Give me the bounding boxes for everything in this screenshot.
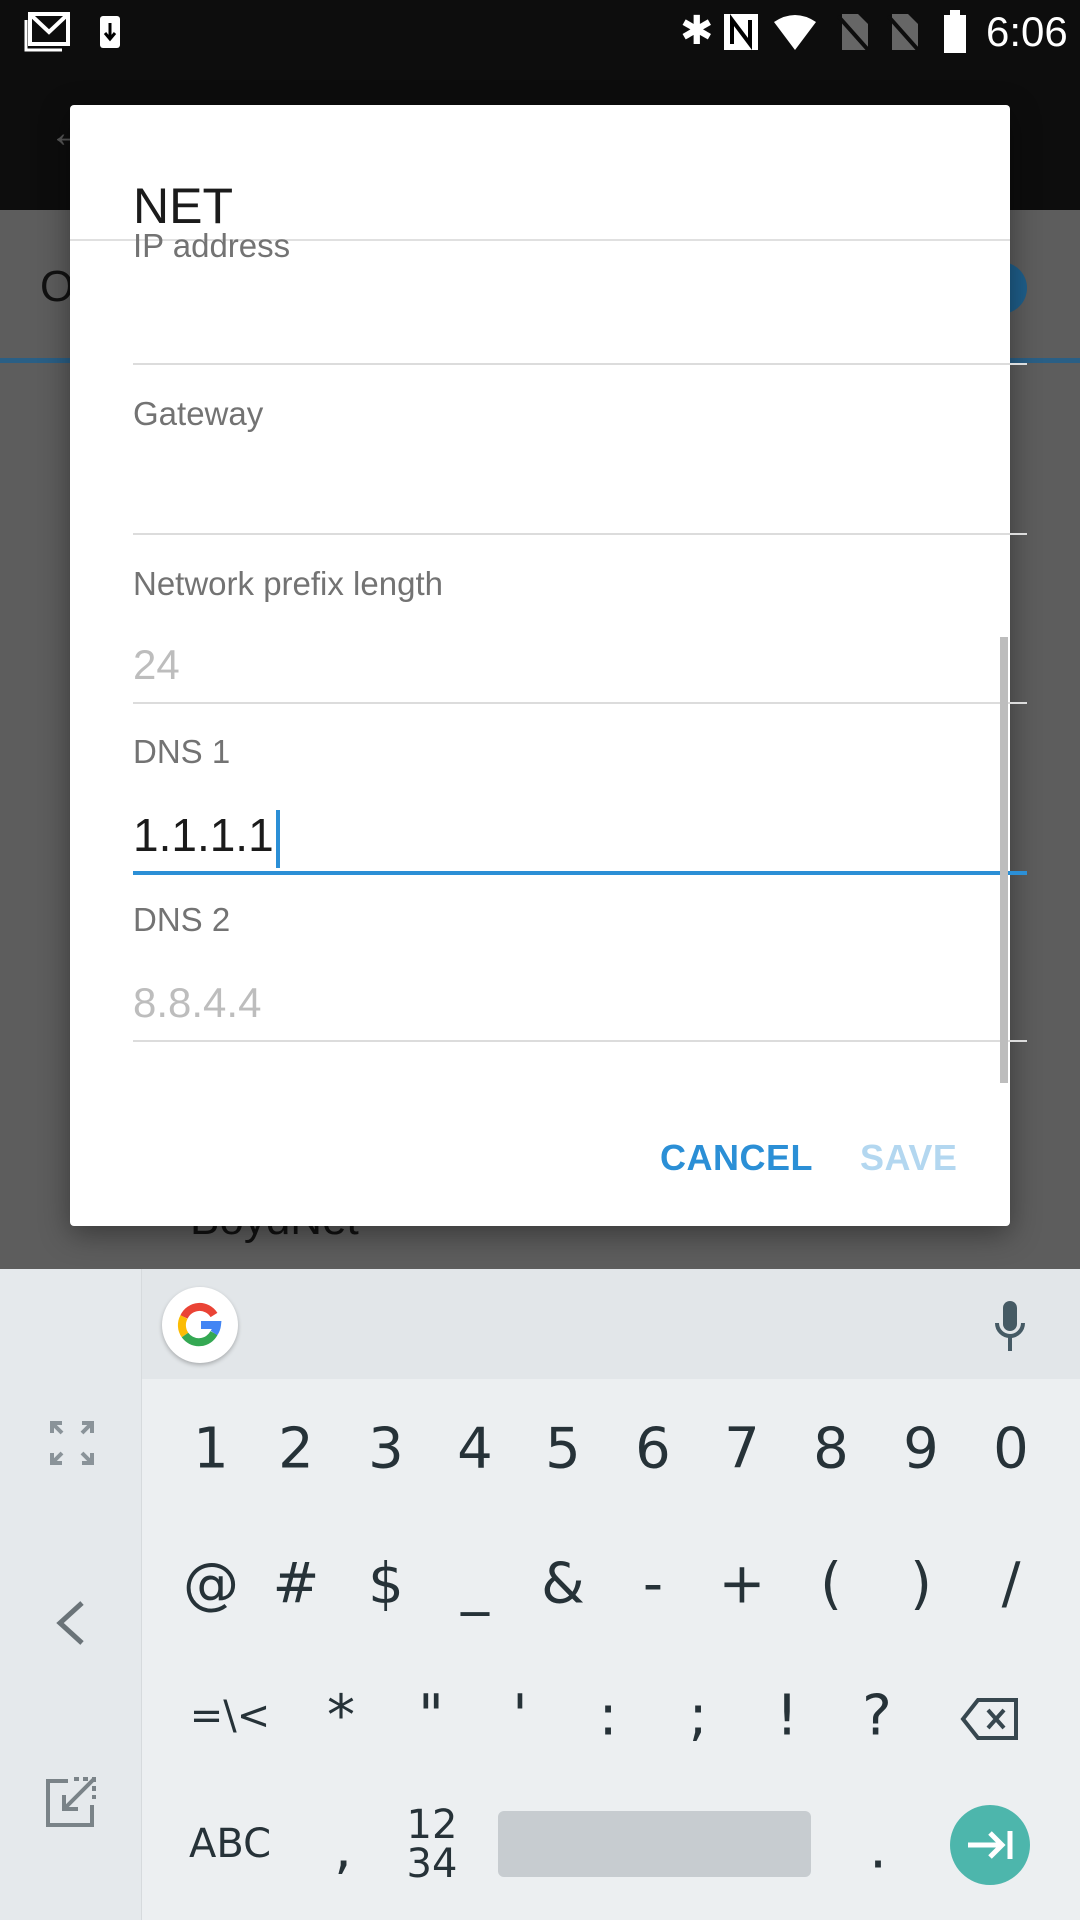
key[interactable]: * bbox=[327, 1684, 355, 1749]
key[interactable]: 8 bbox=[813, 1417, 849, 1482]
key[interactable]: & bbox=[541, 1552, 585, 1617]
prefix-length-label: Network prefix length bbox=[133, 565, 443, 602]
key[interactable]: $ bbox=[368, 1552, 404, 1617]
key[interactable]: ) bbox=[910, 1552, 932, 1617]
key[interactable]: ! bbox=[776, 1684, 798, 1749]
key[interactable]: + bbox=[719, 1552, 766, 1617]
key[interactable]: =\< bbox=[190, 1693, 271, 1739]
network-dialog: NET IP address Gateway Network prefix le… bbox=[70, 105, 1027, 1226]
key[interactable]: 0 bbox=[993, 1417, 1029, 1482]
google-button[interactable] bbox=[162, 1287, 238, 1363]
google-g-icon bbox=[177, 1302, 222, 1347]
status-bar: ✱ 6:06 bbox=[0, 0, 1080, 64]
period-key[interactable]: . bbox=[869, 1817, 887, 1882]
wifi-icon bbox=[774, 15, 816, 50]
no-sim-icon bbox=[836, 14, 870, 52]
dns2-underline bbox=[133, 1040, 1027, 1042]
clock: 6:06 bbox=[986, 8, 1068, 55]
no-sim-icon bbox=[886, 14, 920, 52]
key[interactable]: 3 bbox=[368, 1417, 404, 1482]
key[interactable]: ' bbox=[512, 1684, 527, 1749]
key[interactable]: 5 bbox=[545, 1417, 581, 1482]
key[interactable]: ? bbox=[862, 1684, 892, 1749]
key[interactable]: / bbox=[1002, 1552, 1021, 1617]
key[interactable]: 2 bbox=[278, 1417, 314, 1482]
ip-address-underline bbox=[133, 363, 1027, 365]
key[interactable]: _ bbox=[461, 1552, 489, 1617]
keyboard-side-panel bbox=[0, 1269, 142, 1920]
popout-icon[interactable] bbox=[44, 1775, 98, 1829]
scrollbar[interactable] bbox=[1000, 637, 1008, 1083]
abc-key[interactable]: ABC bbox=[189, 1821, 271, 1867]
key[interactable]: " bbox=[418, 1684, 444, 1749]
gmail-icon bbox=[24, 12, 70, 52]
key[interactable]: : bbox=[599, 1684, 618, 1749]
gateway-underline bbox=[133, 533, 1027, 535]
spacebar[interactable] bbox=[498, 1811, 811, 1877]
dns1-input[interactable]: 1.1.1.1 bbox=[133, 808, 280, 868]
ip-address-label: IP address bbox=[133, 227, 291, 264]
next-tab-icon bbox=[968, 1831, 1013, 1859]
prefix-length-underline bbox=[133, 702, 1027, 704]
comma-key[interactable]: , bbox=[334, 1817, 352, 1882]
key[interactable]: @ bbox=[183, 1552, 239, 1617]
gateway-label: Gateway bbox=[133, 395, 264, 432]
microphone-icon[interactable] bbox=[994, 1299, 1026, 1353]
bluetooth-icon: ✱ bbox=[680, 9, 714, 53]
expand-icon[interactable] bbox=[50, 1421, 94, 1465]
key[interactable]: 7 bbox=[724, 1417, 760, 1482]
cancel-button[interactable]: CANCEL bbox=[660, 1137, 813, 1179]
key[interactable]: ; bbox=[689, 1684, 708, 1749]
dns1-label: DNS 1 bbox=[133, 733, 231, 770]
key[interactable]: 9 bbox=[903, 1417, 939, 1482]
backspace-icon[interactable] bbox=[960, 1697, 1020, 1741]
battery-icon bbox=[944, 10, 966, 53]
suggestion-strip bbox=[142, 1269, 1080, 1379]
dns1-underline bbox=[133, 871, 1027, 875]
keyboard: 1 2 3 4 5 6 7 8 9 0 @ # $ _ & - +() / =\< * " ':;!? ABC, 12 34. bbox=[0, 1269, 1080, 1920]
text-cursor bbox=[275, 809, 280, 868]
key[interactable]: 4 bbox=[457, 1417, 493, 1482]
dns2-label: DNS 2 bbox=[133, 901, 231, 938]
chevron-left-icon[interactable] bbox=[56, 1601, 86, 1645]
key[interactable]: 6 bbox=[635, 1417, 671, 1482]
key[interactable]: - bbox=[643, 1552, 663, 1617]
dns2-input[interactable]: 8.8.4.4 bbox=[133, 979, 261, 1027]
nfc-icon bbox=[724, 14, 758, 50]
numpad-key-bottom[interactable]: 34 bbox=[407, 1841, 458, 1887]
download-icon bbox=[100, 16, 120, 48]
dns1-value: 1.1.1.1 bbox=[133, 809, 274, 861]
key[interactable]: 1 bbox=[193, 1417, 229, 1482]
prefix-length-input[interactable]: 24 bbox=[133, 641, 180, 689]
key[interactable]: # bbox=[273, 1552, 320, 1617]
save-button[interactable]: SAVE bbox=[860, 1137, 957, 1179]
enter-button[interactable] bbox=[950, 1805, 1030, 1885]
key[interactable]: ( bbox=[820, 1552, 842, 1617]
